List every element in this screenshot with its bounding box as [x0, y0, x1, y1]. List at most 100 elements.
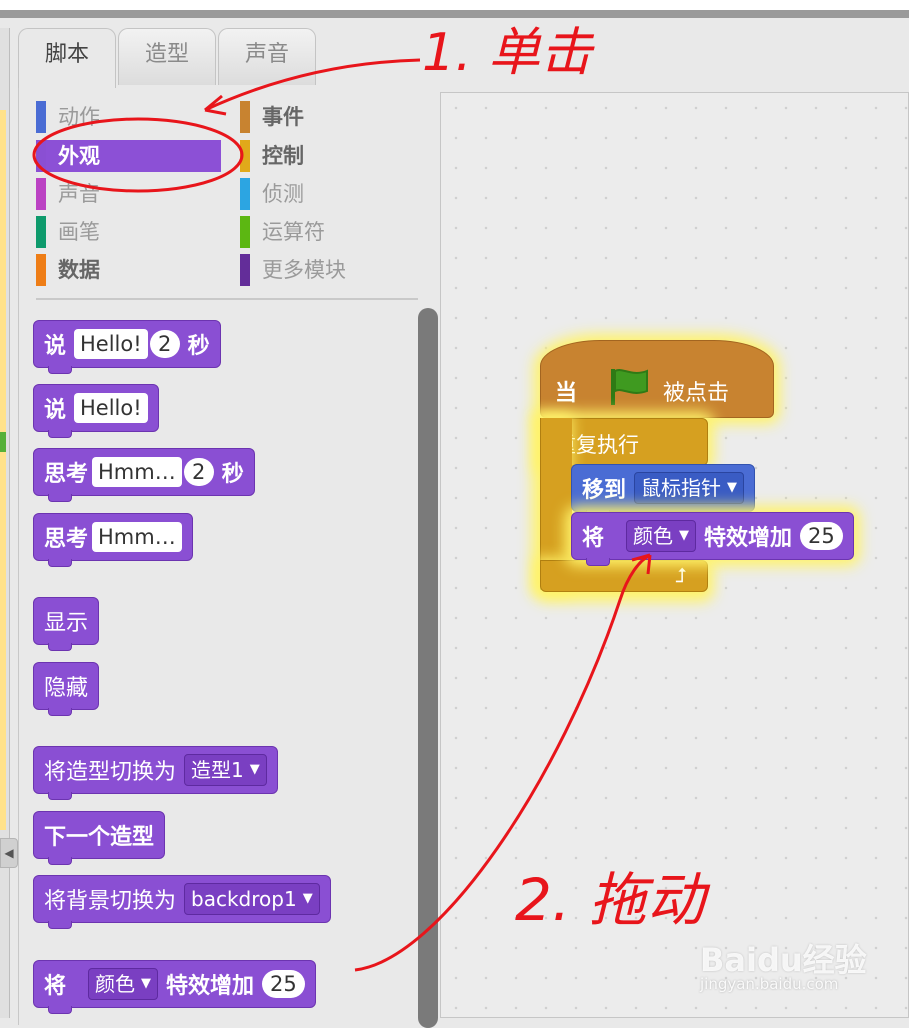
category-swatch: [240, 216, 250, 248]
category-label: 画笔: [58, 220, 100, 244]
block-label: 说: [44, 398, 67, 423]
category-label: 控制: [262, 144, 304, 168]
category-swatch: [240, 140, 250, 172]
tab-scripts[interactable]: 脚本: [18, 28, 116, 88]
green-flag-icon: [611, 369, 648, 405]
block-label: 被点击: [663, 381, 730, 406]
category-sound[interactable]: 声音: [36, 178, 221, 210]
block-label: 下一个造型: [44, 825, 155, 850]
category-label: 事件: [262, 105, 304, 129]
baidu-watermark: Baidu经验 jingyan.baidu.com: [700, 935, 900, 995]
category-motion[interactable]: 动作: [36, 101, 221, 133]
effect-dropdown[interactable]: 颜色 ▼: [88, 968, 159, 1000]
backdrop-dropdown[interactable]: backdrop1 ▼: [184, 883, 320, 915]
category-swatch: [36, 216, 46, 248]
dropdown-value: 鼠标指针: [641, 476, 722, 500]
block-hide[interactable]: 隐藏: [33, 662, 100, 716]
category-label: 动作: [58, 105, 100, 129]
category-events[interactable]: 事件: [240, 101, 410, 133]
block-say[interactable]: 说 Hello!: [33, 384, 159, 438]
category-swatch: [240, 178, 250, 210]
costume-dropdown[interactable]: 造型1 ▼: [184, 754, 267, 786]
block-unit: 秒: [187, 334, 210, 359]
category-swatch: [36, 140, 46, 172]
dropdown-value: backdrop1: [191, 887, 297, 911]
block-switch-costume[interactable]: 将造型切换为 造型1 ▼: [33, 746, 278, 800]
loop-arrow-icon: ⮥: [675, 563, 687, 587]
block-label: 将: [582, 526, 605, 551]
category-swatch: [240, 101, 250, 133]
block-label: 将背景切换为: [44, 889, 177, 914]
dropdown-arrow-icon: ▼: [727, 480, 738, 495]
number-input[interactable]: 25: [800, 522, 843, 550]
category-swatch: [36, 254, 46, 286]
block-go-to[interactable]: 移到 鼠标指针 ▼: [571, 464, 756, 518]
collapse-stage-icon[interactable]: ◀: [0, 838, 18, 868]
category-looks[interactable]: 外观: [36, 140, 221, 172]
text-input[interactable]: Hmm…: [92, 457, 182, 487]
annotation-step1: 1. 单击: [422, 23, 595, 83]
block-label: 特效增加: [166, 974, 255, 999]
tab-costumes[interactable]: 造型: [118, 28, 216, 86]
category-more-blocks[interactable]: 更多模块: [240, 254, 410, 286]
palette-divider: [36, 298, 418, 300]
dropdown-arrow-icon: ▼: [249, 762, 260, 777]
block-show[interactable]: 显示: [33, 597, 100, 651]
stage-marker: [0, 432, 6, 452]
stage-highlight: [0, 110, 6, 830]
number-input[interactable]: 25: [262, 970, 305, 998]
number-input[interactable]: 2: [183, 458, 214, 486]
block-unit: 秒: [221, 462, 244, 487]
block-think-for-secs[interactable]: 思考 Hmm… 2 秒: [33, 448, 255, 502]
block-label: 说: [44, 334, 67, 359]
category-label: 数据: [58, 258, 100, 282]
block-think[interactable]: 思考 Hmm…: [33, 513, 193, 567]
category-label: 运算符: [262, 220, 325, 244]
number-input[interactable]: 2: [149, 330, 180, 358]
menu-bar-strip: [0, 10, 909, 18]
block-change-effect[interactable]: 将 颜色 ▼ 特效增加 25: [33, 960, 316, 1014]
block-label: 思考: [44, 462, 89, 487]
block-label: 思考: [44, 527, 89, 552]
text-input[interactable]: Hmm…: [92, 522, 182, 552]
category-label: 外观: [58, 144, 100, 168]
effect-dropdown[interactable]: 颜色 ▼: [626, 520, 697, 552]
category-label: 侦测: [262, 182, 304, 206]
category-operators[interactable]: 运算符: [240, 216, 410, 248]
block-label: 将造型切换为: [44, 760, 177, 785]
block-label: 将: [44, 974, 67, 999]
dropdown-arrow-icon: ▼: [302, 891, 313, 906]
block-label: 当: [555, 381, 578, 406]
block-say-for-secs[interactable]: 说 Hello! 2 秒: [33, 320, 221, 374]
dropdown-arrow-icon: ▼: [141, 976, 152, 991]
category-swatch: [36, 101, 46, 133]
block-label: 移到: [582, 478, 627, 503]
dropdown-arrow-icon: ▼: [679, 528, 690, 543]
category-label: 声音: [58, 182, 100, 206]
window-top-edge: [0, 0, 909, 10]
category-sensing[interactable]: 侦测: [240, 178, 410, 210]
category-pen[interactable]: 画笔: [36, 216, 221, 248]
block-switch-backdrop[interactable]: 将背景切换为 backdrop1 ▼: [33, 875, 331, 929]
forever-block-bottom: ⮥: [540, 560, 708, 592]
category-control[interactable]: 控制: [240, 140, 410, 172]
tab-sounds[interactable]: 声音: [218, 28, 316, 86]
category-swatch: [36, 178, 46, 210]
dropdown-value: 颜色: [633, 524, 674, 548]
hat-block-when-flag-clicked[interactable]: 当 被点击: [540, 340, 774, 418]
watermark-url: jingyan.baidu.com: [700, 975, 839, 993]
target-dropdown[interactable]: 鼠标指针 ▼: [634, 472, 745, 504]
category-swatch: [240, 254, 250, 286]
block-next-costume[interactable]: 下一个造型: [33, 811, 166, 865]
dropdown-value: 颜色: [95, 972, 136, 996]
category-data[interactable]: 数据: [36, 254, 221, 286]
category-label: 更多模块: [262, 258, 346, 282]
text-input[interactable]: Hello!: [74, 329, 148, 359]
block-label: 显示: [44, 611, 89, 636]
dropdown-value: 造型1: [191, 758, 244, 782]
text-input[interactable]: Hello!: [74, 393, 148, 423]
block-change-effect-script[interactable]: 将 颜色 ▼ 特效增加 25: [571, 512, 854, 566]
block-label: 特效增加: [704, 526, 793, 551]
palette-scrollbar[interactable]: [418, 308, 438, 1028]
block-label: 隐藏: [44, 676, 89, 701]
